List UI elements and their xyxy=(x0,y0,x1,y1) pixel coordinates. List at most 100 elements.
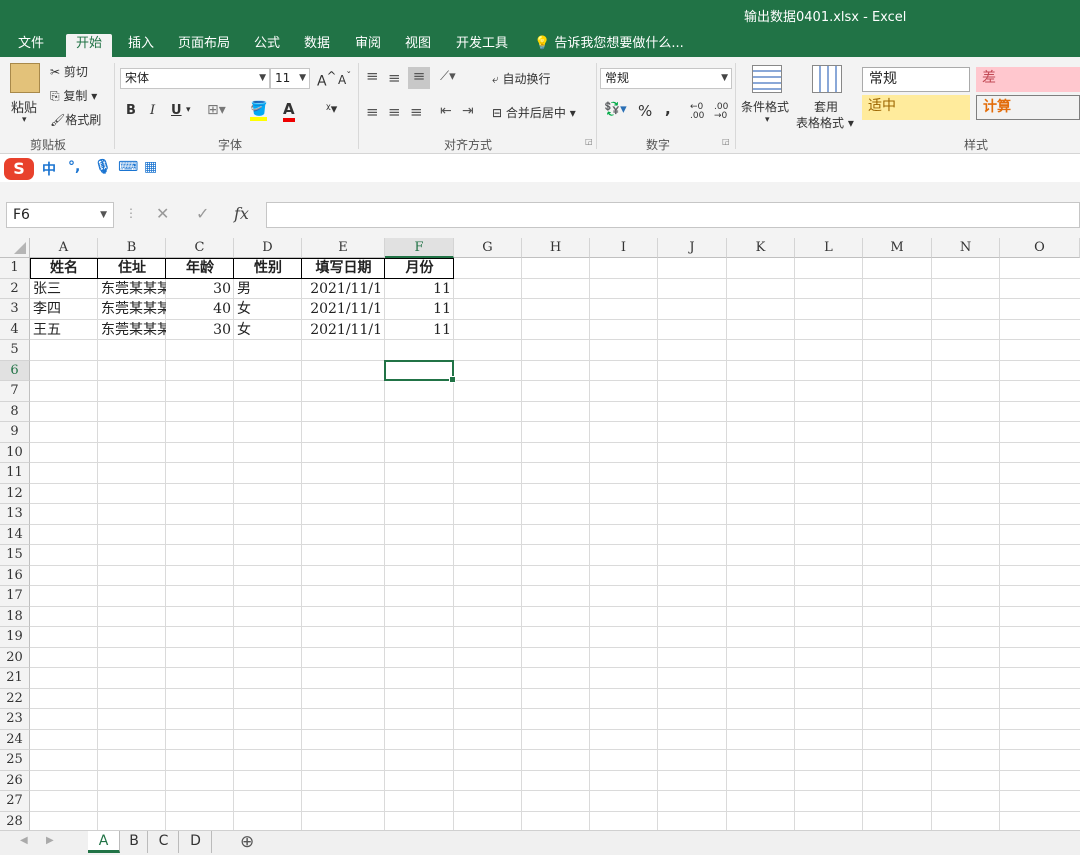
style-neutral[interactable]: 适中 xyxy=(862,95,970,120)
align-right-icon[interactable]: ≡ xyxy=(410,103,423,121)
align-middle-icon[interactable]: ≡ xyxy=(388,69,401,87)
paste-button[interactable]: 粘贴 xyxy=(11,97,37,116)
column-header[interactable]: E xyxy=(302,238,385,258)
cell[interactable]: 王五 xyxy=(30,320,98,340)
style-calculation[interactable]: 计算 xyxy=(976,95,1080,120)
copy-button[interactable]: ⎘ 复制 ▾ xyxy=(50,87,97,104)
microphone-icon[interactable]: 🎙 xyxy=(94,159,112,175)
row-header[interactable]: 20 xyxy=(0,647,30,668)
merge-center-button[interactable]: ⊟ 合并后居中 ▾ xyxy=(492,104,576,121)
row-header[interactable]: 3 xyxy=(0,299,30,320)
column-header[interactable]: O xyxy=(1000,238,1080,258)
underline-button[interactable]: U xyxy=(171,103,182,118)
cell[interactable]: 填写日期 xyxy=(302,258,385,278)
column-header[interactable]: L xyxy=(795,238,863,258)
cell[interactable]: 东莞某某某 xyxy=(98,299,166,319)
row-header[interactable]: 12 xyxy=(0,483,30,504)
tab-home[interactable]: 开始 xyxy=(66,34,113,57)
dialog-launcher-icon[interactable]: ◲ xyxy=(722,137,730,146)
row-header[interactable]: 1 xyxy=(0,258,30,279)
column-header[interactable]: A xyxy=(30,238,98,258)
cell[interactable]: 月份 xyxy=(385,258,454,278)
cell[interactable]: 40 xyxy=(166,299,234,319)
align-bottom-icon[interactable]: ≡ xyxy=(408,67,430,89)
row-header[interactable]: 24 xyxy=(0,729,30,750)
row-header[interactable]: 9 xyxy=(0,422,30,443)
row-header[interactable]: 28 xyxy=(0,811,30,830)
align-center-icon[interactable]: ≡ xyxy=(388,103,401,121)
row-header[interactable]: 19 xyxy=(0,627,30,648)
cell[interactable]: 李四 xyxy=(30,299,98,319)
row-header[interactable]: 26 xyxy=(0,770,30,791)
table-format-button[interactable]: 表格格式 ▾ xyxy=(796,114,854,131)
font-color-icon[interactable]: A xyxy=(283,100,295,122)
name-box[interactable]: F6 ▼ xyxy=(6,202,114,228)
row-header[interactable]: 8 xyxy=(0,401,30,422)
phonetic-icon[interactable]: ᵡ▾ xyxy=(326,102,337,117)
dialog-launcher-icon[interactable]: ◲ xyxy=(585,137,593,146)
scroll-right-icon[interactable]: ▶ xyxy=(46,835,54,846)
row-header[interactable]: 15 xyxy=(0,545,30,566)
column-header[interactable]: I xyxy=(590,238,658,258)
row-header[interactable]: 11 xyxy=(0,463,30,484)
row-header[interactable]: 7 xyxy=(0,381,30,402)
row-header[interactable]: 27 xyxy=(0,791,30,812)
row-header[interactable]: 10 xyxy=(0,442,30,463)
tab-view[interactable]: 视图 xyxy=(395,34,441,57)
apps-grid-icon[interactable]: ▦ xyxy=(144,159,157,175)
column-header[interactable]: F xyxy=(385,238,454,258)
cell[interactable]: 姓名 xyxy=(30,258,98,278)
cell[interactable]: 30 xyxy=(166,279,234,299)
select-all-button[interactable] xyxy=(0,238,30,258)
cell[interactable]: 30 xyxy=(166,320,234,340)
format-painter-button[interactable]: 🖌格式刷 xyxy=(50,111,101,128)
decrease-indent-icon[interactable]: ⇤ xyxy=(440,103,452,119)
grow-font-button[interactable]: A^ xyxy=(317,69,336,90)
cell[interactable]: 2021/11/1 xyxy=(302,299,385,319)
tell-me-box[interactable]: 💡 告诉我您想要做什么... xyxy=(524,34,694,57)
row-header[interactable]: 13 xyxy=(0,504,30,525)
row-header[interactable]: 21 xyxy=(0,668,30,689)
tab-data[interactable]: 数据 xyxy=(294,34,340,57)
fill-color-icon[interactable]: 🪣 xyxy=(250,101,268,121)
column-header[interactable]: D xyxy=(234,238,302,258)
cell[interactable]: 11 xyxy=(385,279,454,299)
conditional-format-button[interactable]: 条件格式 xyxy=(741,98,789,115)
column-header[interactable]: J xyxy=(658,238,727,258)
tab-insert[interactable]: 插入 xyxy=(118,34,164,57)
tab-page-layout[interactable]: 页面布局 xyxy=(168,34,240,57)
wrap-text-button[interactable]: ⤶ 自动换行 xyxy=(492,70,551,87)
font-name-select[interactable]: 宋体 ▼ xyxy=(120,68,270,89)
ime-punct[interactable]: °, xyxy=(68,159,80,175)
cell[interactable]: 女 xyxy=(234,320,302,340)
cut-button[interactable]: ✂ 剪切 xyxy=(50,63,88,80)
percent-button[interactable]: % xyxy=(638,102,652,120)
borders-icon[interactable]: ⊞▾ xyxy=(207,102,226,118)
cancel-icon[interactable]: ✕ xyxy=(156,204,169,223)
comma-button[interactable]: , xyxy=(665,100,671,118)
row-header[interactable]: 22 xyxy=(0,688,30,709)
cell[interactable]: 11 xyxy=(385,299,454,319)
decrease-decimal-icon[interactable]: .00 →0 xyxy=(714,103,728,121)
tab-file[interactable]: 文件 xyxy=(8,34,54,57)
align-left-icon[interactable]: ≡ xyxy=(366,103,379,121)
insert-function-icon[interactable]: fx xyxy=(234,204,249,223)
cell[interactable]: 2021/11/1 xyxy=(302,320,385,340)
increase-indent-icon[interactable]: ⇥ xyxy=(462,103,474,119)
cell[interactable]: 东莞某某某 xyxy=(98,320,166,340)
cell[interactable]: 张三 xyxy=(30,279,98,299)
column-header[interactable]: M xyxy=(863,238,932,258)
style-bad[interactable]: 差 xyxy=(976,67,1080,92)
tab-developer[interactable]: 开发工具 xyxy=(446,34,518,57)
increase-decimal-icon[interactable]: ←0.00 xyxy=(690,103,704,121)
column-header[interactable]: G xyxy=(454,238,522,258)
tab-formulas[interactable]: 公式 xyxy=(244,34,290,57)
align-top-icon[interactable]: ≡ xyxy=(366,67,379,85)
row-header[interactable]: 6 xyxy=(0,360,30,381)
column-header[interactable]: B xyxy=(98,238,166,258)
tab-review[interactable]: 审阅 xyxy=(345,34,391,57)
column-header[interactable]: K xyxy=(727,238,795,258)
cell[interactable]: 性别 xyxy=(234,258,302,278)
cell[interactable]: 女 xyxy=(234,299,302,319)
row-header[interactable]: 5 xyxy=(0,340,30,361)
